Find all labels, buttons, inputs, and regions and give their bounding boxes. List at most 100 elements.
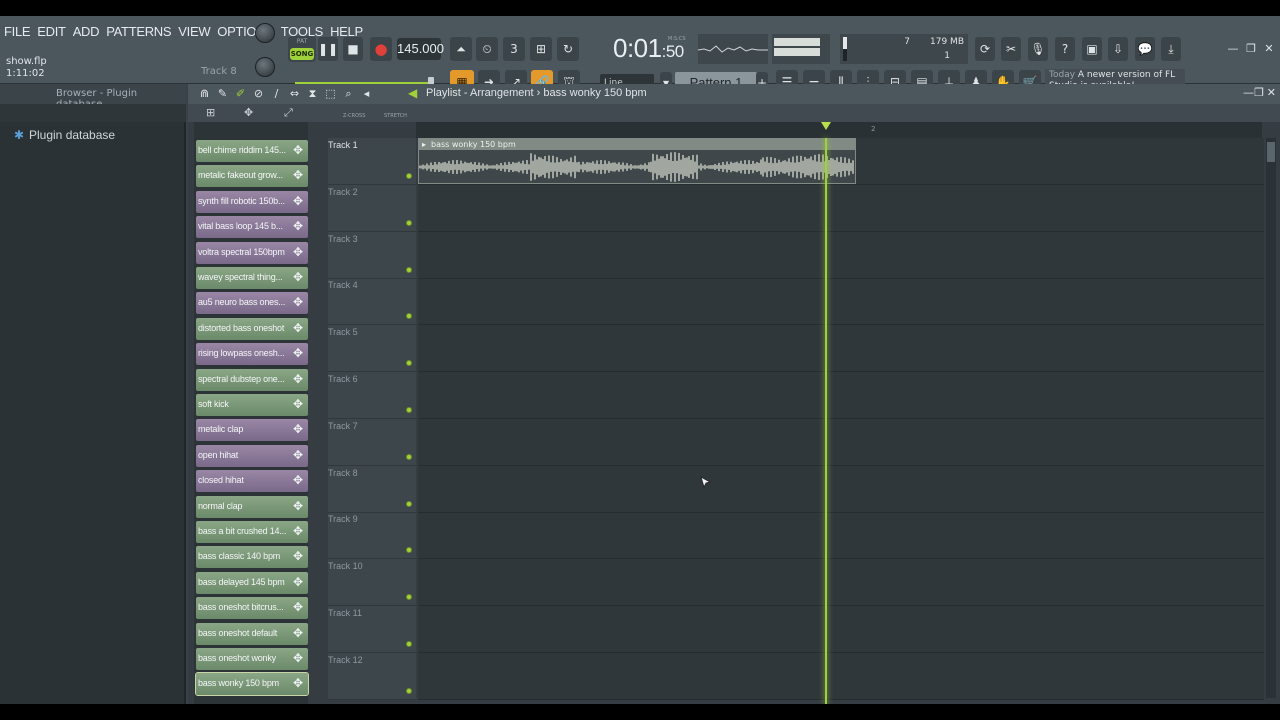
delete-icon[interactable]: ⊘ [252,87,265,100]
menu-add[interactable]: ADD [73,24,100,39]
track-lane[interactable] [418,512,1264,560]
track-lane[interactable] [418,606,1264,653]
track-header[interactable]: Track 9 [328,512,416,560]
vertical-scrollbar[interactable] [1266,138,1276,698]
track-enable-led[interactable] [406,219,412,226]
record-audio-button[interactable]: 🎙 [1028,37,1048,61]
track-header[interactable]: Track 2 [328,184,416,232]
track-enable-led[interactable] [406,687,412,694]
move-icon[interactable]: ✥ [291,499,305,513]
move-icon[interactable]: ✥ [291,422,305,436]
track-enable-led[interactable] [406,500,412,507]
move-icon[interactable]: ✥ [291,676,305,690]
picker-item[interactable]: bell chime riddim 145... ✥ [196,140,308,162]
track-header[interactable]: Track 12 [328,652,416,700]
stop-button[interactable]: ■ [343,37,363,61]
picker-item[interactable]: soft kick ✥ [196,394,308,416]
playlist-minimize-button[interactable]: — [1243,86,1254,99]
paint-icon[interactable]: ✐ [234,87,247,100]
picker-item[interactable]: spectral dubstep one... ✥ [196,368,308,391]
move-icon[interactable]: ✥ [291,524,305,538]
pattern-picker-icon[interactable]: ⊞ [206,106,215,119]
speaker-icon[interactable]: ◂ [360,87,373,100]
track-enable-led[interactable] [406,407,412,413]
minimize-button[interactable]: — [1226,42,1240,56]
move-icon[interactable]: ✥ [291,448,305,462]
track-lane[interactable] [418,325,1264,373]
metronome-button[interactable]: ⏶ [450,37,472,61]
move-icon[interactable]: ✥ [291,575,305,589]
move-icon[interactable]: ✥ [291,346,305,360]
pencil-icon[interactable]: ✎ [216,87,229,100]
timeline-ruler[interactable]: 2 [416,122,1262,138]
track-enable-led[interactable] [406,453,412,460]
picker-item[interactable]: open hihat ✥ [196,444,308,467]
move-icon[interactable]: ✥ [291,397,305,411]
track-enable-led[interactable] [406,313,412,320]
track-header[interactable]: Track 11 [328,606,416,653]
picker-item[interactable]: bass wonky 150 bpm ✥ [195,672,309,697]
step-edit-button[interactable]: ⊞ [530,37,552,61]
render-button[interactable]: ⇩ [1108,37,1128,61]
playlist-restore-button[interactable]: ❐ [1254,86,1264,99]
track-header[interactable]: Track 7 [328,418,416,466]
close-button[interactable]: ✕ [1262,42,1276,56]
curve-icon[interactable]: ⤢ [284,106,293,120]
move-icon[interactable]: ✥ [291,194,305,208]
picker-item[interactable]: voltra spectral 150bpm ✥ [196,241,308,264]
pat-song-toggle[interactable]: PAT SONG [288,36,316,62]
download-button[interactable]: ⤓ [1161,37,1181,61]
track-enable-led[interactable] [406,360,412,367]
track-lane[interactable] [418,372,1264,419]
move-icon[interactable]: ✥ [291,168,305,182]
save-button[interactable]: ▣ [1082,37,1102,61]
move-icon[interactable]: ✥ [291,219,305,233]
picker-item[interactable]: bass delayed 145 bpm ✥ [196,571,308,594]
tempo-display[interactable]: 145.000 [397,38,444,60]
move-icon[interactable]: ✥ [291,143,305,157]
news-chat-button[interactable]: 💬 [1135,37,1155,61]
move-icon[interactable]: ✥ [291,549,305,563]
countdown-button[interactable]: 3 [503,37,525,61]
playlist-close-button[interactable]: ✕ [1267,86,1276,99]
picker-item[interactable]: synth fill robotic 150b... ✥ [196,190,308,213]
wait-input-button[interactable]: ⏲ [476,37,498,61]
menu-patterns[interactable]: PATTERNS [106,24,171,39]
track-lane[interactable] [418,652,1264,700]
track-header[interactable]: Track 10 [328,559,416,607]
move-icon[interactable]: ✥ [291,295,305,309]
track-header[interactable]: Track 4 [328,278,416,326]
picker-item[interactable]: bass oneshot default ✥ [196,622,308,645]
track-lane[interactable] [418,231,1264,279]
track-enable-led[interactable] [406,547,412,554]
track-header[interactable]: Track 5 [328,325,416,373]
track-enable-led[interactable] [406,266,412,273]
picker-item[interactable]: bass a bit crushed 14... ✥ [196,521,308,543]
picker-item[interactable]: bass classic 140 bpm ✥ [196,546,308,569]
magnet-icon[interactable]: ⋒ [198,87,211,100]
move-icon[interactable]: ✥ [291,321,305,335]
picker-item[interactable]: bass oneshot bitcrus... ✥ [196,597,308,620]
select-icon[interactable]: ⬚ [324,87,337,100]
loop-record-button[interactable]: ↻ [557,37,579,61]
picker-item[interactable]: vital bass loop 145 b... ✥ [196,216,308,239]
zoom-icon[interactable]: ⌕ [342,87,355,100]
track-header[interactable]: Track 6 [328,372,416,419]
record-button[interactable]: ● [370,37,392,61]
track-lane[interactable] [418,184,1264,232]
track-lane[interactable] [418,418,1264,466]
move-icon[interactable]: ✥ [291,270,305,284]
help-button[interactable]: ? [1055,37,1075,61]
track-enable-led[interactable] [406,173,412,179]
picker-item[interactable]: metalic fakeout grow... ✥ [196,165,308,188]
track-enable-led[interactable] [406,641,412,647]
move-icon[interactable]: ✥ [291,626,305,640]
track-lane[interactable] [418,559,1264,607]
move-icon[interactable]: ✥ [244,106,253,119]
move-icon[interactable]: ✥ [291,372,305,386]
slice-icon[interactable]: ⧗ [306,87,319,100]
picker-item[interactable]: closed hihat ✥ [196,470,308,493]
menu-edit[interactable]: EDIT [37,24,66,39]
master-pitch-knob[interactable] [255,57,275,77]
move-icon[interactable]: ✥ [291,245,305,259]
